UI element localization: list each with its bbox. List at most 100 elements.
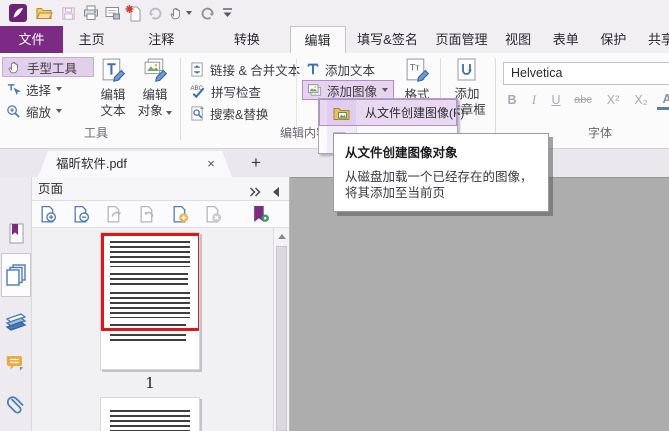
tab-fill-sign[interactable]: 填写&签名 (357, 26, 418, 53)
superscript-button[interactable]: X² (601, 90, 625, 110)
add-text-icon (307, 63, 319, 75)
pages-panel: 页面 1 (32, 177, 290, 431)
article-box-icon (457, 58, 476, 81)
pages-panel-title: 页面 (38, 182, 64, 196)
document-tab[interactable]: 福昕软件.pdf × (38, 151, 232, 177)
italic-button[interactable]: I (525, 90, 543, 110)
edit-object-button[interactable]: 编辑 对象 (133, 57, 177, 119)
edit-object-label1: 编辑 (142, 88, 168, 102)
tab-organize[interactable]: 页面管理 (435, 26, 487, 53)
spell-check-label: 拼写检查 (211, 85, 262, 100)
zoom-label: 缩放 (26, 105, 52, 120)
spell-check-button[interactable]: ABC 拼写检查 (186, 81, 265, 101)
pages-panel-icon[interactable] (0, 260, 32, 290)
zoom-dropdown-caret (56, 109, 63, 113)
create-image-from-file-label: 从文件创建图像(F) (365, 106, 465, 120)
search-replace-icon (191, 105, 204, 121)
add-image-button[interactable]: 添加图像 (302, 80, 394, 100)
tab-view[interactable]: 视图 (505, 26, 531, 53)
page-2-thumbnail[interactable] (100, 397, 200, 431)
hand-tool-button[interactable]: 手型工具 (2, 57, 94, 77)
rotate-right-page-icon[interactable] (131, 202, 164, 226)
format-icon: Tт (406, 58, 429, 82)
select-button[interactable]: 选择 (2, 79, 94, 99)
document-tab-title: 福昕软件.pdf (56, 157, 127, 171)
subscript-button[interactable]: X₂ (629, 90, 653, 110)
tab-share[interactable]: 共享 (648, 26, 669, 53)
add-page-icon[interactable] (164, 202, 197, 226)
open-file-icon[interactable] (34, 3, 54, 23)
tab-file[interactable]: 文件 (0, 26, 63, 53)
edit-text-label1: 编辑 (100, 88, 126, 102)
edit-object-icon (144, 58, 167, 82)
add-image-label: 添加图像 (327, 84, 378, 99)
select-label: 选择 (26, 83, 52, 98)
svg-text:Tт: Tт (409, 63, 420, 73)
font-family-combobox[interactable]: Helvetica (503, 62, 669, 85)
foxit-logo-icon[interactable] (8, 3, 28, 23)
email-icon[interactable] (103, 3, 123, 23)
scrollbar-up-arrow-icon[interactable] (278, 234, 286, 239)
link-join-text-button[interactable]: 链接 & 合并文本 (186, 59, 304, 79)
hand-icon (8, 61, 18, 74)
current-view-indicator[interactable] (101, 233, 199, 331)
zoom-out-thumbnails-icon[interactable] (65, 202, 98, 226)
add-text-button[interactable]: 添加文本 (302, 59, 394, 79)
underline-button[interactable]: U (547, 90, 565, 110)
ribbon-tab-bar: 文件 主页 注释 转换 编辑 填写&签名 页面管理 视图 表单 保护 共享 帮助 (0, 26, 669, 53)
search-replace-button[interactable]: 搜索&替换 (186, 103, 272, 123)
select-cursor-icon (7, 83, 21, 95)
quick-access-toolbar (0, 0, 669, 26)
thumbnails-toolbar (32, 201, 289, 228)
tab-convert[interactable]: 转换 (234, 26, 260, 53)
format-button[interactable]: Tт 格式 (398, 57, 436, 103)
create-pdf-icon[interactable] (124, 3, 144, 23)
page-1-thumbnail[interactable] (100, 232, 200, 370)
tab-form[interactable]: 表单 (553, 26, 579, 53)
image-from-file-icon (327, 99, 357, 126)
tooltip-body: 从磁盘加载一个已经存在的图像，将其添加至当前页 (345, 170, 533, 200)
hand-mode-icon[interactable] (166, 3, 194, 23)
main-area: 页面 1 (0, 177, 669, 431)
tab-home[interactable]: 主页 (79, 26, 105, 53)
font-color-button[interactable]: A (657, 90, 669, 110)
close-tab-icon[interactable]: × (204, 151, 218, 177)
new-tab-button[interactable]: + (246, 151, 266, 175)
foxit-pdf-editor-window: 文件 主页 注释 转换 编辑 填写&签名 页面管理 视图 表单 保护 共享 帮助… (0, 0, 669, 431)
tools-group-label: 工具 (83, 126, 108, 140)
page-preview-flag-icon[interactable] (244, 202, 277, 226)
article-label1: 添加 (454, 87, 480, 101)
layers-panel-icon[interactable] (0, 305, 32, 335)
search-replace-label: 搜索&替换 (210, 107, 269, 122)
edit-text-button[interactable]: 编辑 文本 (93, 57, 133, 119)
undo-icon[interactable] (198, 3, 218, 23)
redo-icon[interactable] (145, 3, 165, 23)
tab-protect[interactable]: 保护 (600, 26, 626, 53)
page-1-number: 1 (145, 374, 155, 392)
tab-comment[interactable]: 注释 (148, 26, 174, 53)
delete-page-icon[interactable] (197, 202, 230, 226)
spell-check-icon: ABC (191, 85, 205, 98)
tooltip-title: 从文件创建图像对象 (345, 146, 458, 160)
zoom-in-thumbnails-icon[interactable] (32, 202, 65, 226)
add-image-caret (382, 88, 389, 92)
create-image-from-file-menu-item[interactable]: 从文件创建图像(F) (319, 99, 464, 126)
font-style-buttons: B I U abc X² X₂ A (503, 90, 669, 110)
customize-toolbar-icon[interactable] (220, 3, 234, 23)
comments-panel-icon[interactable] (0, 349, 32, 379)
print-icon[interactable] (81, 3, 101, 23)
strikeout-button[interactable]: abc (569, 90, 597, 110)
link-join-label: 链接 & 合并文本 (210, 63, 301, 78)
hand-tool-label: 手型工具 (27, 61, 78, 76)
zoom-button[interactable]: 缩放 (2, 101, 94, 121)
tab-edit[interactable]: 编辑 (289, 26, 346, 53)
bold-button[interactable]: B (503, 90, 521, 110)
document-canvas (290, 177, 669, 431)
thumbnails-scrollbar[interactable] (273, 228, 289, 431)
bookmarks-panel-icon[interactable] (0, 219, 32, 249)
edit-object-caret (166, 111, 173, 115)
attachments-panel-icon[interactable] (0, 391, 32, 421)
scrollbar-thumb[interactable] (276, 246, 287, 431)
save-icon[interactable] (58, 3, 78, 23)
rotate-left-page-icon[interactable] (98, 202, 131, 226)
